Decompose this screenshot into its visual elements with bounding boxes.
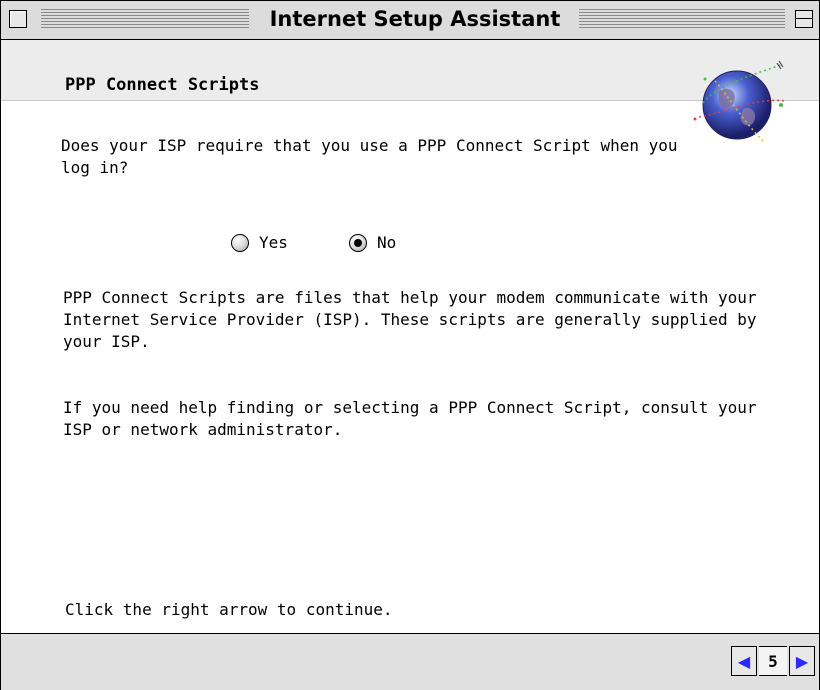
radio-no-label[interactable]: No (377, 233, 396, 252)
page-title: PPP Connect Scripts (65, 75, 260, 95)
help-paragraph: If you need help finding or selecting a … (63, 398, 757, 439)
radio-yes[interactable]: Yes (231, 233, 288, 252)
page-navigation: ◀ 5 ▶ (731, 646, 815, 676)
continue-instruction: Click the right arrow to continue. (65, 600, 393, 619)
explanation-paragraph: PPP Connect Scripts are files that help … (63, 288, 757, 351)
setup-window: Internet Setup Assistant PPP Connect Scr… (0, 0, 820, 690)
collapse-box[interactable] (795, 10, 813, 28)
radio-no[interactable]: No (349, 233, 396, 252)
title-stripes-right (579, 9, 785, 29)
navigation-bar (1, 633, 819, 690)
left-arrow-icon[interactable]: ◀ (731, 646, 757, 676)
right-arrow-icon[interactable]: ▶ (789, 646, 815, 676)
radio-yes-button[interactable] (231, 233, 249, 252)
title-stripes-left (41, 9, 249, 29)
page-number: 5 (759, 646, 787, 676)
globe-icon (693, 60, 786, 142)
title-bar[interactable]: Internet Setup Assistant (1, 1, 819, 40)
question-text: Does your ISP require that you use a PPP… (61, 136, 678, 177)
window-title: Internet Setup Assistant (255, 5, 575, 33)
radio-no-button[interactable] (349, 233, 367, 252)
close-box[interactable] (9, 10, 27, 28)
radio-yes-label[interactable]: Yes (259, 233, 288, 252)
